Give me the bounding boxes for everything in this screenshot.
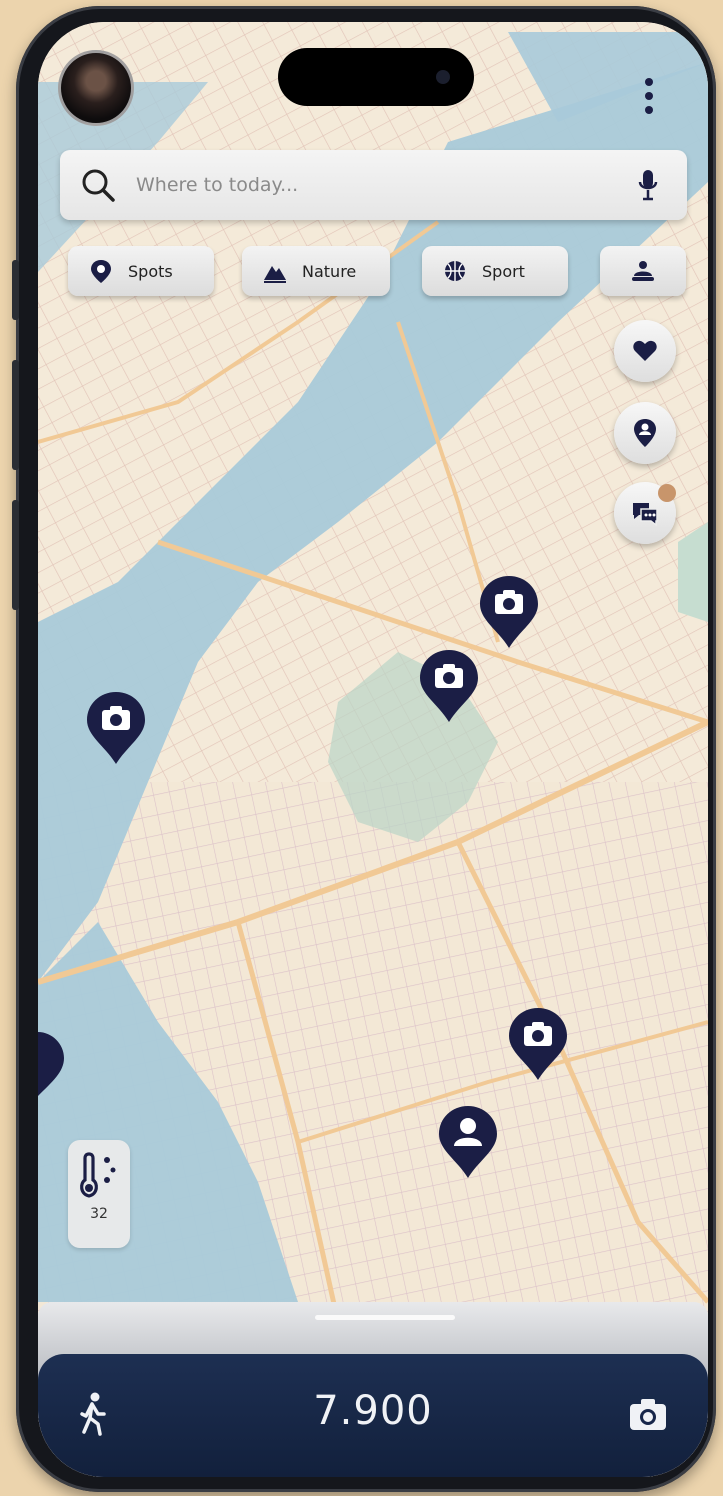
weather-widget[interactable]: 32 [68,1140,130,1248]
map-pin-camera[interactable] [418,648,480,724]
map-pin-camera[interactable] [478,574,540,650]
temperature-value: 32 [90,1206,108,1222]
step-count: 7.900 [313,1388,433,1434]
heart-icon [633,340,657,361]
phone-side-button [12,260,19,320]
microphone-icon[interactable] [637,168,659,202]
map-pin-user[interactable] [437,1104,499,1180]
map-pin-camera[interactable] [507,1006,569,1082]
phone-screen: Spots Nature Sport [38,22,708,1477]
more-options-icon[interactable] [636,74,662,118]
chip-label: Nature [302,261,357,281]
mountain-icon [264,266,286,283]
more-categories-icon [632,261,654,281]
category-chip-more[interactable] [600,246,686,296]
search-icon [82,169,115,202]
camera-icon[interactable] [628,1396,668,1432]
phone-side-button [12,500,19,610]
user-location-button[interactable] [614,402,676,464]
basketball-icon [445,261,465,281]
location-pin-icon [91,260,111,283]
chip-label: Sport [482,261,525,281]
dynamic-island [278,48,474,106]
user-pin-icon [634,419,656,447]
avatar[interactable] [58,50,134,126]
thermometer-icon [80,1152,116,1198]
chip-label: Spots [128,261,173,281]
phone-side-button [12,360,19,470]
map-pin-camera[interactable] [85,690,147,766]
search-bar[interactable] [60,150,687,220]
search-input[interactable] [134,173,637,197]
favorites-button[interactable] [614,320,676,382]
category-chip-nature[interactable]: Nature [242,246,390,296]
notification-dot [658,484,676,502]
chat-bubbles-icon [633,503,658,527]
category-chip-spots[interactable]: Spots [68,246,214,296]
category-chip-sport[interactable]: Sport [422,246,568,296]
sheet-drag-handle[interactable] [315,1315,455,1320]
